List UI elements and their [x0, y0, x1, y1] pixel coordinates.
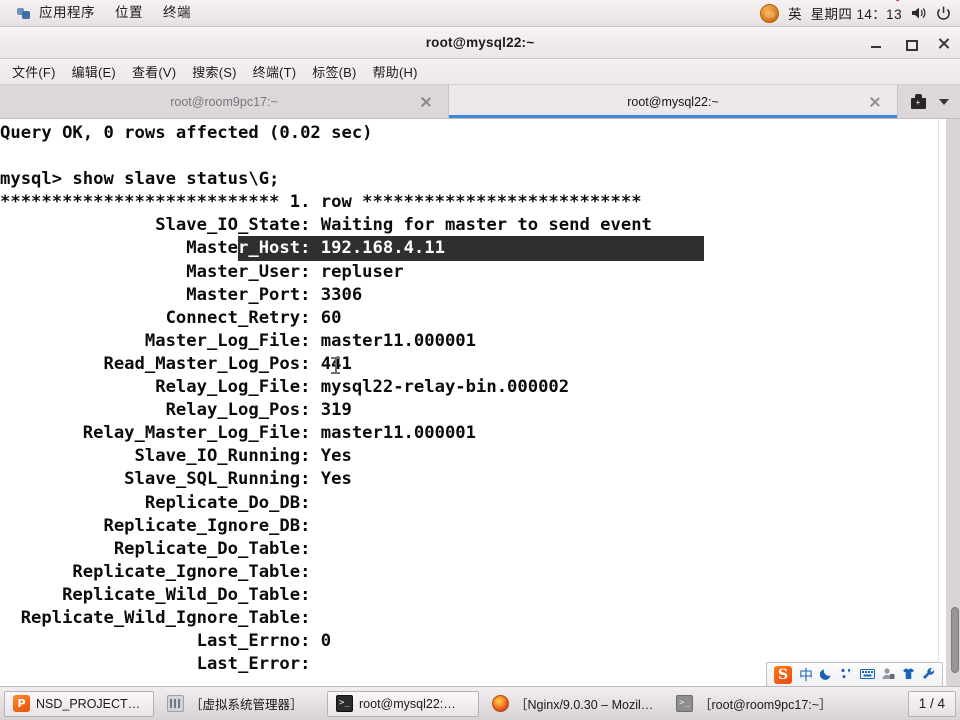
taskbar-item-mysql22[interactable]: root@mysql22:…	[327, 690, 479, 717]
minimize-button[interactable]	[868, 35, 884, 51]
taskbar-item-virt-manager[interactable]: ［虚拟系统管理器］	[158, 691, 323, 717]
input-method-toolbar[interactable]: S 中	[766, 662, 943, 688]
maximize-button[interactable]	[902, 35, 918, 51]
taskbar-item-firefox[interactable]: ［Nginx/9.0.30 – Mozilla…］	[483, 691, 663, 717]
menu-bar: 文件(F) 编辑(E) 查看(V) 搜索(S) 终端(T) 标签(B) 帮助(H…	[0, 59, 960, 85]
terminal-line: Replicate_Ignore_Table:	[0, 561, 311, 582]
selected-text: r_Host: 192.168.4.11	[238, 236, 704, 262]
screen: 应用程序 位置 终端 英 星期四 14：13 root@mysql22:~ 文件…	[0, 0, 960, 720]
applications-icon	[16, 5, 32, 21]
terminal-line: Master_Log_File: master11.000001	[0, 330, 476, 351]
tab-room9pc17[interactable]: root@room9pc17:~	[0, 85, 449, 118]
scrollbar-thumb[interactable]	[951, 607, 959, 673]
terminal-line: *************************** 1. row *****…	[0, 192, 642, 213]
menu-tabs[interactable]: 标签(B)	[304, 59, 364, 84]
taskbar-item-label: root@mysql22:…	[359, 696, 456, 711]
terminal-line: Last_Errno: 0	[0, 631, 332, 652]
menu-terminal[interactable]: 终端(T)	[245, 59, 305, 84]
workspace-indicator[interactable]: 1 / 4	[907, 690, 956, 717]
terminal-line: Relay_Log_Pos: 319	[0, 400, 352, 421]
top-panel-menus: 应用程序 位置 终端	[0, 2, 201, 24]
tab-tools: +	[898, 85, 960, 118]
terminal-line: Replicate_Do_Table:	[0, 538, 311, 559]
terminal-line: Relay_Log_File: mysql22-relay-bin.000002	[0, 377, 570, 398]
gnome-top-panel: 应用程序 位置 终端 英 星期四 14：13	[0, 0, 960, 27]
tab-label: root@mysql22:~	[627, 94, 719, 109]
taskbar-item-label: ［虚拟系统管理器］	[190, 698, 303, 712]
terminal-line: Replicate_Wild_Ignore_Table:	[0, 607, 311, 628]
terminal-line: Replicate_Ignore_DB:	[0, 515, 311, 536]
menu-applications-label: 应用程序	[39, 5, 95, 20]
close-icon[interactable]	[869, 96, 881, 108]
taskbar-item-wps[interactable]: P NSD_PROJECT2_01.pp…	[4, 690, 154, 717]
power-icon[interactable]	[936, 6, 951, 21]
menu-applications[interactable]: 应用程序	[6, 2, 105, 24]
terminal-icon	[336, 695, 353, 712]
terminal-window: root@mysql22:~ 文件(F) 编辑(E) 查看(V) 搜索(S) 终…	[0, 27, 960, 686]
taskbar: P NSD_PROJECT2_01.pp… ［虚拟系统管理器］ root@mys…	[0, 686, 960, 720]
terminal-scrollbar[interactable]	[938, 119, 960, 686]
terminal-line: Master_User: repluser	[0, 261, 404, 282]
terminal-line: mysql> show slave status\G;	[0, 169, 280, 190]
terminal-line: Slave_SQL_Running: Yes	[0, 469, 352, 490]
terminal-line: Connect_Retry: 60	[0, 307, 342, 328]
user-icon[interactable]	[882, 667, 895, 683]
skin-icon[interactable]	[902, 667, 915, 683]
tab-label: root@room9pc17:~	[170, 94, 278, 109]
window-title: root@mysql22:~	[425, 35, 535, 50]
user-avatar-icon[interactable]	[760, 3, 780, 23]
clock[interactable]: 星期四 14：13	[811, 3, 902, 23]
new-terminal-icon[interactable]: +	[910, 93, 927, 110]
window-controls	[868, 27, 952, 59]
input-method-indicator[interactable]: 英	[788, 3, 802, 23]
close-icon[interactable]	[420, 96, 432, 108]
menu-places[interactable]: 位置	[105, 2, 153, 24]
close-button[interactable]	[936, 35, 952, 51]
taskbar-item-label: NSD_PROJECT2_01.pp…	[36, 696, 145, 711]
terminal-line: Read_Master_Log_Pos: 441	[0, 353, 352, 374]
chinese-mode-icon[interactable]: 中	[799, 668, 813, 682]
menu-search[interactable]: 搜索(S)	[184, 59, 244, 84]
moon-icon[interactable]	[819, 667, 833, 683]
terminal-line: Master_Port: 3306	[0, 284, 363, 305]
sogou-logo-icon[interactable]: S	[774, 666, 792, 684]
taskbar-item-label: ［root@room9pc17:~］	[699, 698, 832, 712]
terminal-line: Slave_IO_Running: Yes	[0, 446, 352, 467]
chevron-down-icon[interactable]	[938, 98, 949, 105]
terminal-line: Replicate_Do_DB:	[0, 492, 311, 513]
menu-view[interactable]: 查看(V)	[124, 59, 184, 84]
taskbar-item-room9pc17[interactable]: ［root@room9pc17:~］	[667, 691, 842, 717]
taskbar-item-label: ［Nginx/9.0.30 – Mozilla…］	[515, 698, 654, 712]
menu-file[interactable]: 文件(F)	[4, 59, 64, 84]
terminal-line: Replicate_Wild_Do_Table:	[0, 584, 311, 605]
tab-strip: root@room9pc17:~ root@mysql22:~ +	[0, 85, 960, 119]
terminal-body[interactable]: Query OK, 0 rows affected (0.02 sec) mys…	[0, 119, 960, 686]
volume-icon[interactable]	[911, 6, 927, 20]
tab-mysql22[interactable]: root@mysql22:~	[449, 85, 898, 118]
terminal-line: Relay_Master_Log_File: master11.000001	[0, 423, 476, 444]
top-panel-status-area: 英 星期四 14：13	[760, 3, 960, 23]
wrench-icon[interactable]	[922, 667, 935, 683]
window-titlebar: root@mysql22:~	[0, 27, 960, 59]
virt-manager-icon	[167, 695, 184, 712]
firefox-icon	[492, 695, 509, 712]
text-cursor-icon	[331, 357, 340, 374]
terminal-icon	[676, 695, 693, 712]
terminal-line: Master_Host: 192.168.4.11	[0, 236, 938, 262]
menu-terminal[interactable]: 终端	[153, 2, 201, 24]
keyboard-icon[interactable]	[860, 668, 875, 683]
punctuation-icon[interactable]	[840, 667, 853, 683]
wps-presentation-icon: P	[13, 695, 30, 712]
terminal-line: Query OK, 0 rows affected (0.02 sec)	[0, 123, 373, 143]
terminal-line: Slave_IO_State: Waiting for master to se…	[0, 215, 652, 236]
menu-help[interactable]: 帮助(H)	[365, 59, 426, 84]
menu-edit[interactable]: 编辑(E)	[64, 59, 124, 84]
terminal-output[interactable]: Query OK, 0 rows affected (0.02 sec) mys…	[0, 119, 938, 686]
